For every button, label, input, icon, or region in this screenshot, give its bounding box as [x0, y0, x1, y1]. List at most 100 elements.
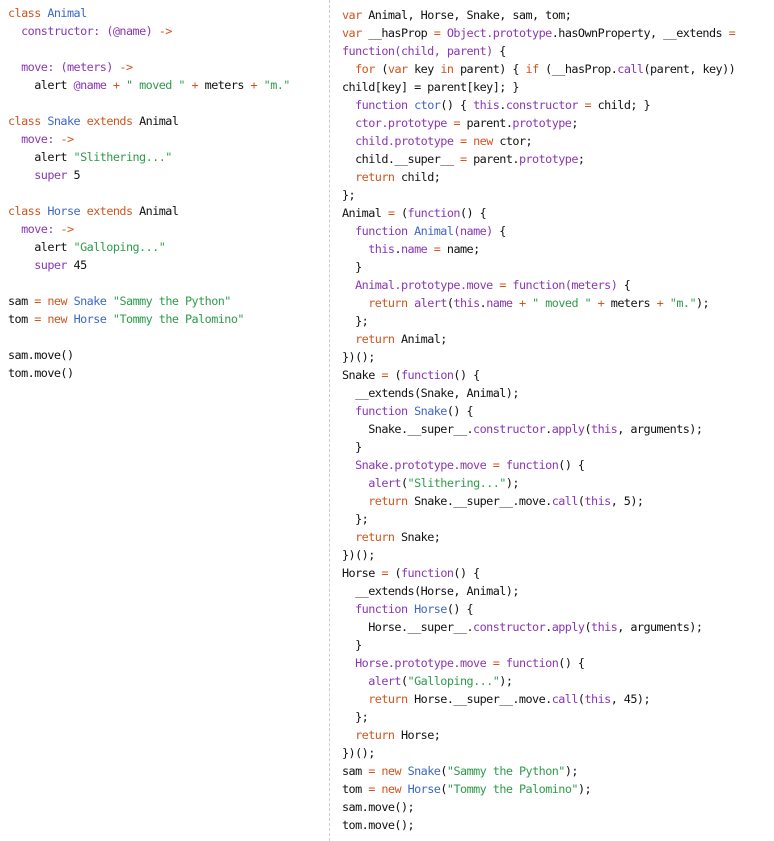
identifier-token: move: [21, 132, 54, 146]
class-name-token: Horse [414, 602, 447, 616]
identifier-token: this [368, 242, 395, 256]
code-line: alert "Galloping..." [8, 238, 329, 256]
keyword-token: return [355, 332, 395, 346]
string-token: "Galloping..." [407, 674, 500, 688]
string-token: "Slithering..." [73, 150, 173, 164]
code-line: function(child, parent) { [342, 42, 774, 60]
code-token: alert [8, 78, 74, 92]
code-line: Horse.__super__.constructor.apply(this, … [342, 618, 774, 636]
identifier-token: apply [551, 422, 585, 436]
code-token: })(); [342, 350, 375, 364]
identifier-token: (meters) [60, 60, 113, 74]
keyword-token: return [355, 170, 395, 184]
code-token: __extends(Snake, Animal); [342, 386, 519, 400]
code-line: Snake.__super__.constructor.apply(this, … [342, 420, 774, 438]
identifier-token: alert [368, 674, 401, 688]
code-token: sam [8, 294, 35, 308]
code-line: __extends(Horse, Animal); [342, 582, 774, 600]
keyword-token: var [342, 26, 362, 40]
code-line: function Animal(name) { [342, 222, 774, 240]
code-line: tom.move() [8, 364, 329, 382]
code-line: return Animal; [342, 330, 774, 348]
identifier-token: this [473, 98, 500, 112]
coffeescript-pane: class Animal constructor: (@name) -> mov… [0, 0, 329, 841]
code-line: var __hasProp = Object.prototype.hasOwnP… [342, 24, 774, 42]
code-token: { [492, 44, 506, 58]
keyword-token: for [355, 62, 375, 76]
identifier-token: constructor: [21, 24, 100, 38]
code-line: ctor.prototype = parent.prototype; [342, 114, 774, 132]
identifier-token: (@name) [106, 24, 153, 38]
code-line: move: -> [8, 130, 329, 148]
code-line: function Snake() { [342, 402, 774, 420]
code-line: tom = new Horse("Tommy the Palomino"); [342, 780, 774, 798]
code-line: return Snake.__super__.move.call(this, 5… [342, 492, 774, 510]
code-line: child[key] = parent[key]; } [342, 78, 774, 96]
code-token: Horse.__super__. [342, 620, 474, 634]
code-token: meters [604, 296, 657, 310]
code-token: () { [558, 458, 585, 472]
code-line: Animal.prototype.move = function(meters)… [342, 276, 774, 294]
identifier-token: this [453, 296, 480, 310]
identifier-token: this [584, 692, 611, 706]
coffeescript-source: class Animal constructor: (@name) -> mov… [0, 0, 329, 382]
code-line: }; [342, 510, 774, 528]
code-token: () { [446, 404, 474, 418]
code-token: Animal, Horse, Snake, sam, tom; [361, 8, 572, 22]
code-token: child; } [591, 98, 651, 112]
code-token: Snake.__super__. [342, 422, 474, 436]
code-token: ); [696, 296, 710, 310]
keyword-token: return [368, 692, 408, 706]
code-token: Snake [342, 368, 382, 382]
code-token: () { [558, 656, 585, 670]
string-token: "Sammy the Python" [112, 294, 232, 308]
code-line: class Animal [8, 4, 329, 22]
identifier-token: (name) [453, 224, 493, 238]
code-token: () { [459, 206, 487, 220]
code-token: Snake; [394, 530, 441, 544]
code-line: class Horse extends Animal [8, 202, 329, 220]
code-token: (parent, key)) [643, 62, 736, 76]
code-line: })(); [342, 546, 774, 564]
code-token: } [342, 260, 362, 274]
identifier-token: prototype [512, 116, 572, 130]
identifier-token: child.prototype [355, 134, 454, 148]
identifier-token: super [34, 168, 67, 182]
identifier-token: Object.prototype [446, 26, 552, 40]
code-line: })(); [342, 744, 774, 762]
code-token: , 5); [610, 494, 644, 508]
code-token: ( [394, 206, 408, 220]
code-token: child; [394, 170, 441, 184]
keyword-token: var [387, 62, 408, 76]
code-token: child.__super__ [342, 152, 460, 166]
keyword-token: in [440, 62, 454, 76]
code-token: parent. [459, 116, 513, 130]
code-line: })(); [342, 348, 774, 366]
code-token: ; [571, 116, 578, 130]
code-token: () { [453, 368, 480, 382]
code-line: tom.move(); [342, 816, 774, 834]
code-token: key [407, 62, 441, 76]
code-token: sam.move() [8, 348, 74, 362]
string-token: "m." [669, 296, 697, 310]
code-line: return child; [342, 168, 774, 186]
code-line: super 5 [8, 166, 329, 184]
identifier-token: alert [368, 476, 401, 490]
code-token: parent. [466, 152, 519, 166]
identifier-token: Snake.prototype.move [355, 458, 487, 472]
code-token: sam [342, 764, 369, 778]
identifier-token: @name [73, 78, 107, 92]
code-line: sam = new Snake("Sammy the Python"); [342, 762, 774, 780]
code-token: 5 [66, 168, 81, 182]
identifier-token: call [551, 692, 579, 706]
